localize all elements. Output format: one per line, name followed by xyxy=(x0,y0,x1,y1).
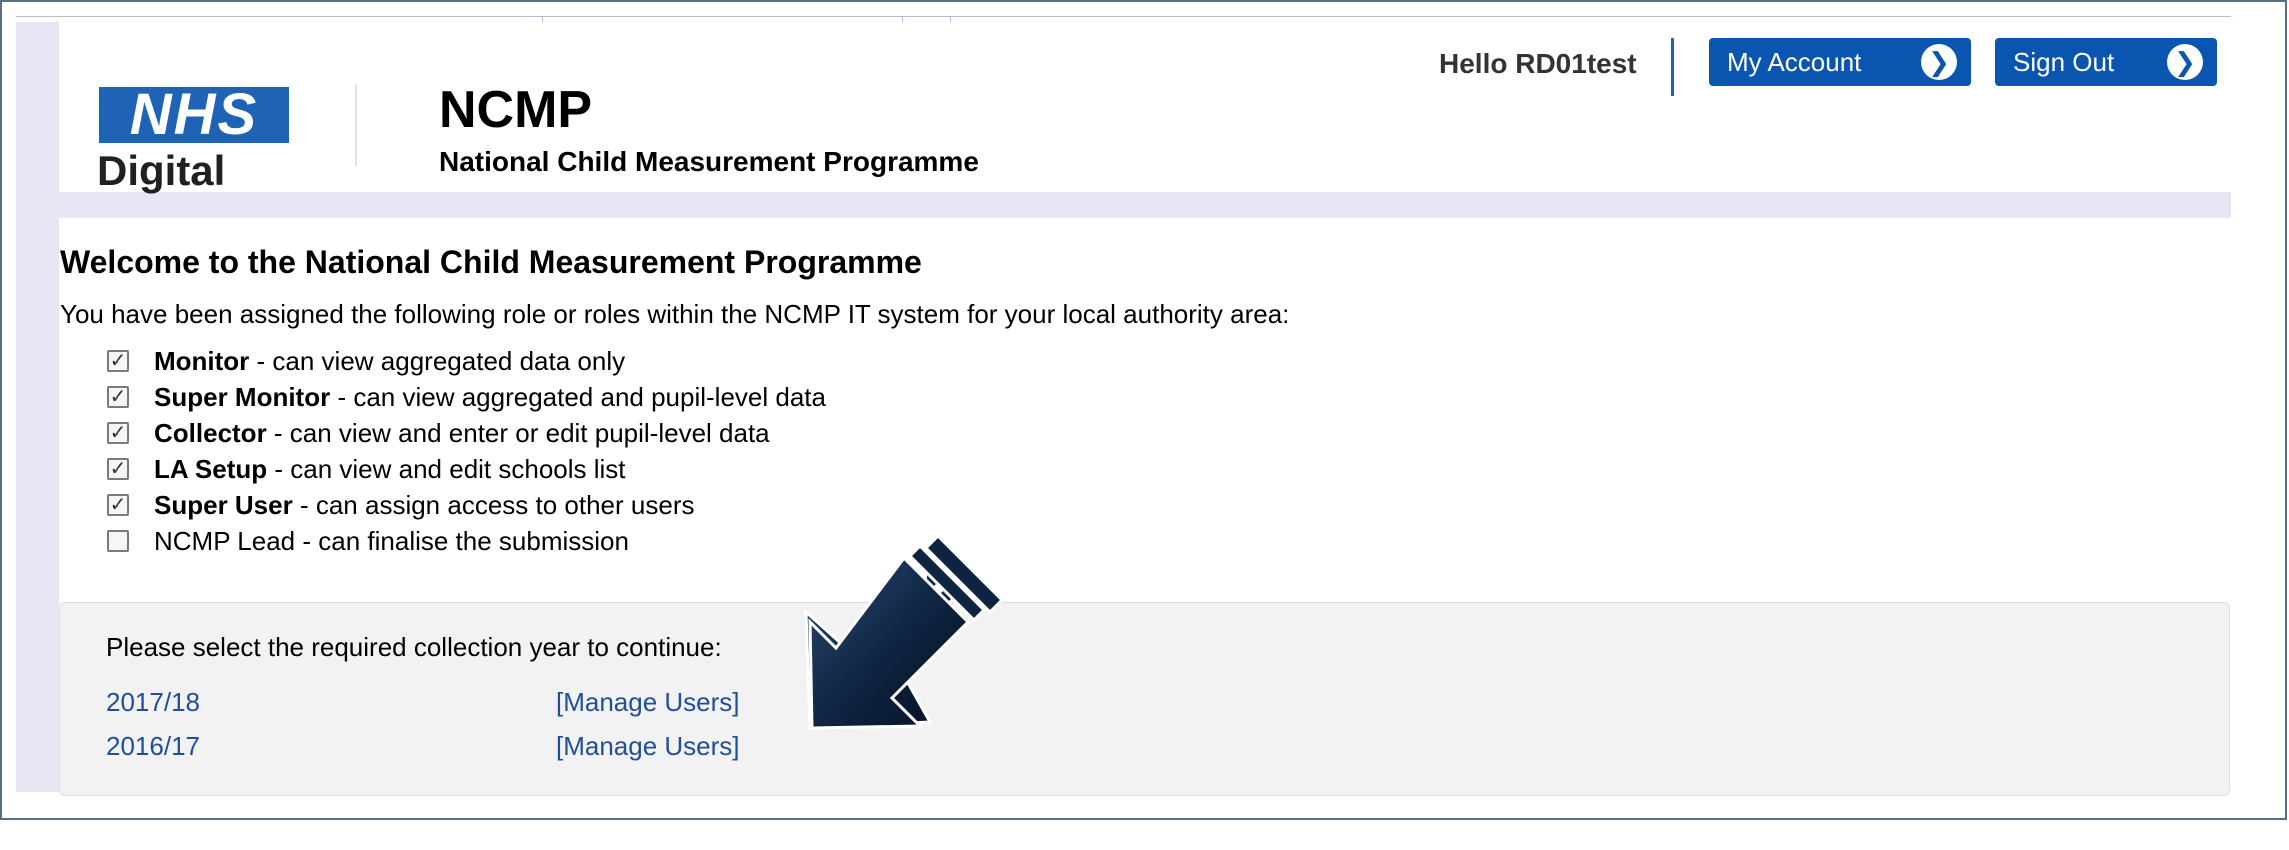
collection-year-panel: Please select the required collection ye… xyxy=(59,602,2230,796)
nhs-digital-label: Digital xyxy=(97,147,226,194)
chevron-right-icon: ❯ xyxy=(1921,44,1957,80)
app-title: NCMP xyxy=(439,81,593,139)
role-checkbox[interactable]: ✓ xyxy=(107,458,129,480)
my-account-label: My Account xyxy=(1727,47,1862,77)
my-account-button[interactable]: My Account ❯ xyxy=(1709,38,1971,86)
role-name: LA Setup xyxy=(154,454,268,484)
sign-out-label: Sign Out xyxy=(2013,47,2115,77)
role-name: NCMP Lead xyxy=(154,526,296,556)
logo-divider xyxy=(355,84,357,166)
nhs-logo: NHS xyxy=(99,82,289,147)
role-item-ncmp-lead: NCMP Lead - can finalise the submission xyxy=(107,523,826,559)
role-checkbox[interactable]: ✓ xyxy=(107,422,129,444)
collection-year-prompt: Please select the required collection ye… xyxy=(106,632,722,662)
role-checkbox[interactable]: ✓ xyxy=(107,494,129,516)
page: NHS Digital NCMP National Child Measurem… xyxy=(16,22,2231,796)
collection-year-link[interactable]: 2017/18 xyxy=(106,687,200,717)
role-description: - can view aggregated data only xyxy=(249,346,626,376)
role-name: Monitor xyxy=(154,346,250,376)
role-checkbox[interactable] xyxy=(107,530,129,552)
role-description: - can finalise the submission xyxy=(295,526,629,556)
site-header: NHS Digital NCMP National Child Measurem… xyxy=(59,22,2231,194)
role-item-super-user: ✓ Super User - can assign access to othe… xyxy=(107,487,826,523)
role-name: Super User xyxy=(154,490,293,520)
role-description: - can view and enter or edit pupil-level… xyxy=(266,418,770,448)
user-greeting: Hello RD01test xyxy=(1439,48,1637,79)
nhs-logo-text: NHS xyxy=(129,82,259,147)
arrow-down-left-icon xyxy=(804,533,1005,730)
collection-year-link[interactable]: 2016/17 xyxy=(106,731,200,761)
role-item-collector: ✓ Collector - can view and enter or edit… xyxy=(107,415,826,451)
role-description: - can assign access to other users xyxy=(292,490,695,520)
manage-users-link[interactable]: [Manage Users] xyxy=(556,729,740,763)
manage-users-link[interactable]: [Manage Users] xyxy=(556,685,740,719)
sign-out-button[interactable]: Sign Out ❯ xyxy=(1995,38,2217,86)
main-content: Welcome to the National Child Measuremen… xyxy=(59,218,2231,796)
screenshot-frame: NHS Digital NCMP National Child Measurem… xyxy=(0,0,2287,820)
role-description: - can view and edit schools list xyxy=(267,454,626,484)
role-checkbox[interactable]: ✓ xyxy=(107,350,129,372)
role-description: - can view aggregated and pupil-level da… xyxy=(330,382,826,412)
app-subtitle: National Child Measurement Programme xyxy=(439,146,979,177)
role-checkbox[interactable]: ✓ xyxy=(107,386,129,408)
role-name: Super Monitor xyxy=(154,382,331,412)
role-name: Collector xyxy=(154,418,267,448)
role-item-la-setup: ✓ LA Setup - can view and edit schools l… xyxy=(107,451,826,487)
page-heading: Welcome to the National Child Measuremen… xyxy=(60,244,922,280)
role-item-super-monitor: ✓ Super Monitor - can view aggregated an… xyxy=(107,379,826,415)
chevron-right-icon: ❯ xyxy=(2167,44,2203,80)
roles-intro: You have been assigned the following rol… xyxy=(60,299,1290,329)
role-list: ✓ Monitor - can view aggregated data onl… xyxy=(107,343,826,559)
role-item-monitor: ✓ Monitor - can view aggregated data onl… xyxy=(107,343,826,379)
greeting-divider xyxy=(1671,38,1674,96)
